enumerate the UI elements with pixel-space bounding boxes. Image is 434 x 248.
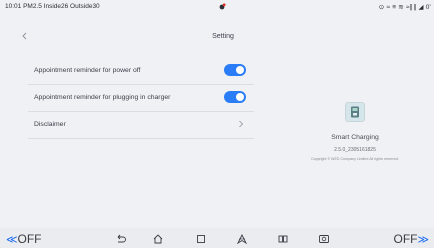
recents-icon[interactable] [195,233,207,245]
setting-row-power-off-reminder: Appointment reminder for power off [28,58,254,85]
split-screen-icon[interactable] [277,233,289,245]
setting-row-disclaimer[interactable]: Disclaimer [28,112,254,139]
app-name: Smart Charging [331,134,379,141]
chevron-right-icon [238,120,244,128]
page-title: Setting [212,33,234,40]
left-off-button[interactable]: ≪OFF [6,232,42,246]
back-icon[interactable] [115,233,127,245]
setting-label: Disclaimer [34,121,66,128]
toggle-knob [236,66,244,74]
camera-icon[interactable] [318,233,330,245]
charger-reminder-toggle[interactable] [224,91,246,103]
notification-icon [219,3,226,10]
title-bar: Setting [0,26,434,44]
copyright-text: Copyright © WED Company Limited All righ… [311,157,399,161]
app-logo-icon [345,102,365,122]
status-right-icons: ⊙ ≈ ≡ ≋ ≈∥∥ ◢ 0' [378,4,431,11]
setting-label: Appointment reminder for power off [34,67,141,74]
setting-row-charger-reminder: Appointment reminder for plugging in cha… [28,85,254,112]
status-bar: 10:01 PM2.5 Inside26 Outside30 ⊙ ≈ ≡ ≋ ≈… [0,0,434,14]
about-panel: Smart Charging 2.5.0_2305161825 Copyrigh… [300,102,410,161]
left-off-label: OFF [17,232,42,246]
power-off-reminder-toggle[interactable] [224,64,246,76]
nav-bar: ≪OFF OFF≫ [0,228,434,248]
left-arrow-icon: ≪ [6,234,18,246]
screen: 10:01 PM2.5 Inside26 Outside30 ⊙ ≈ ≡ ≋ ≈… [0,0,434,248]
right-off-label: OFF [393,232,418,246]
right-off-button[interactable]: OFF≫ [393,232,429,246]
home-icon[interactable] [152,233,164,245]
app-version: 2.5.0_2305161825 [334,147,376,153]
right-arrow-icon: ≫ [417,234,429,246]
navigation-icon[interactable] [236,233,248,245]
toggle-knob [236,93,244,101]
setting-label: Appointment reminder for plugging in cha… [34,94,171,101]
status-left-text: 10:01 PM2.5 Inside26 Outside30 [5,3,100,10]
settings-list: Appointment reminder for power off Appoi… [28,58,254,139]
